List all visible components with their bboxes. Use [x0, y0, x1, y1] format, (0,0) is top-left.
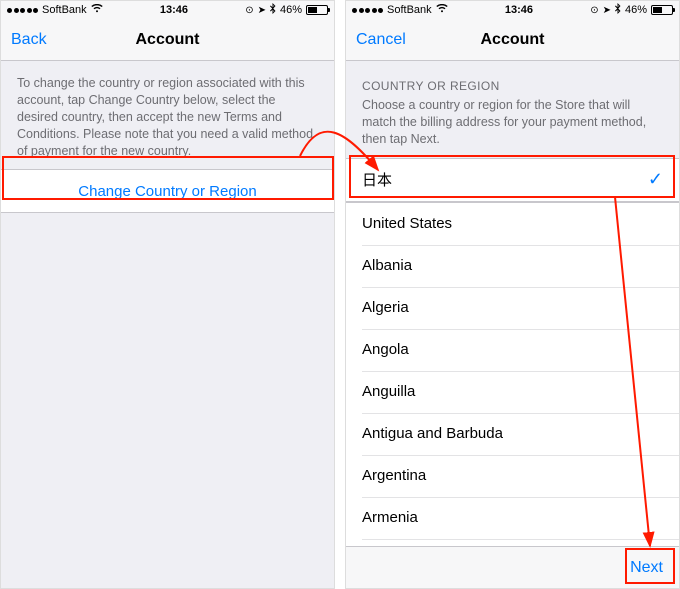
nav-bar: Cancel Account [346, 19, 679, 61]
country-row[interactable]: Angola [346, 329, 679, 371]
change-country-description: To change the country or region associat… [1, 61, 334, 169]
battery-percent: 46% [625, 4, 647, 16]
country-label: Antigua and Barbuda [362, 425, 503, 442]
carrier-label: SoftBank [42, 4, 87, 16]
battery-icon [306, 5, 328, 15]
signal-dots-icon [352, 8, 383, 13]
country-label: 日本 [362, 169, 392, 190]
country-label: United States [362, 215, 452, 232]
country-row[interactable]: Argentina [346, 455, 679, 497]
country-row[interactable]: United States [346, 203, 679, 245]
cancel-button[interactable]: Cancel [356, 31, 406, 49]
alarm-icon: ⊙ [590, 5, 598, 16]
country-label: Argentina [362, 467, 426, 484]
clock: 13:46 [505, 4, 533, 16]
battery-percent: 46% [280, 4, 302, 16]
status-bar: SoftBank 13:46 ⊙ ➤ 46% [1, 1, 334, 19]
bottom-toolbar: Next [346, 546, 679, 588]
country-row[interactable]: Algeria [346, 287, 679, 329]
back-button[interactable]: Back [11, 31, 47, 49]
signal-dots-icon [7, 8, 38, 13]
country-label: Algeria [362, 299, 409, 316]
location-icon: ➤ [603, 5, 611, 16]
nav-title: Account [1, 31, 334, 49]
country-label: Anguilla [362, 383, 415, 400]
checkmark-icon: ✓ [648, 169, 663, 190]
next-button[interactable]: Next [630, 559, 663, 577]
bluetooth-icon [270, 3, 276, 17]
country-list: United States Albania Algeria Angola Anguill… [346, 202, 679, 546]
country-row[interactable]: Antigua and Barbuda [346, 413, 679, 455]
country-row-selected[interactable]: 日本 ✓ [346, 159, 679, 201]
country-row[interactable]: Armenia [346, 497, 679, 539]
carrier-label: SoftBank [387, 4, 432, 16]
battery-icon [651, 5, 673, 15]
wifi-icon [436, 4, 448, 16]
bluetooth-icon [615, 3, 621, 17]
section-subtext: Choose a country or region for the Store… [346, 95, 679, 158]
country-row[interactable]: Australia [346, 539, 679, 546]
country-row[interactable]: Albania [346, 245, 679, 287]
section-header-country: COUNTRY OR REGION [346, 61, 679, 95]
status-bar: SoftBank 13:46 ⊙ ➤ 46% [346, 1, 679, 19]
alarm-icon: ⊙ [245, 5, 253, 16]
country-label: Albania [362, 257, 412, 274]
left-screenshot: SoftBank 13:46 ⊙ ➤ 46% Back Account To c… [0, 0, 335, 589]
change-country-button-label: Change Country or Region [78, 183, 256, 200]
change-country-button[interactable]: Change Country or Region [1, 170, 334, 212]
clock: 13:46 [160, 4, 188, 16]
country-row[interactable]: Anguilla [346, 371, 679, 413]
location-icon: ➤ [258, 5, 266, 16]
wifi-icon [91, 4, 103, 16]
right-screenshot: SoftBank 13:46 ⊙ ➤ 46% Cancel Account CO… [345, 0, 680, 589]
country-label: Armenia [362, 509, 418, 526]
nav-bar: Back Account [1, 19, 334, 61]
country-label: Angola [362, 341, 409, 358]
